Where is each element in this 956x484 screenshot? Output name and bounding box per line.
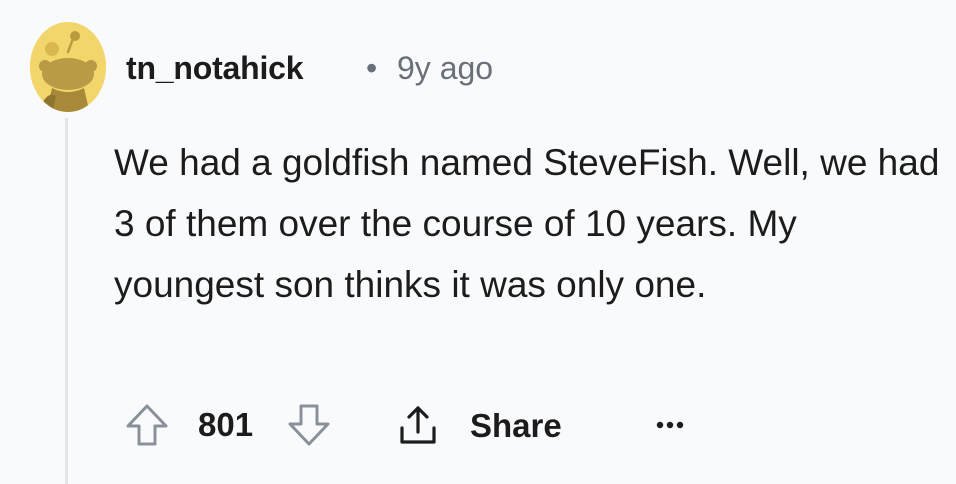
snoo-avatar-icon [30, 22, 106, 112]
comment: tn_notahick • 9y ago We had a goldfish n… [0, 0, 956, 484]
timestamp[interactable]: 9y ago [397, 50, 493, 87]
upvote-arrow-icon [126, 404, 168, 446]
comment-body: We had a goldfish named SteveFish. Well,… [114, 142, 940, 305]
thread-line[interactable] [65, 118, 68, 484]
meta-separator: • [366, 50, 378, 86]
downvote-arrow-icon [288, 404, 330, 446]
share-upload-icon [400, 406, 436, 444]
share-label: Share [470, 407, 562, 444]
vote-count: 801 [198, 406, 254, 443]
upvote-button[interactable] [124, 402, 170, 448]
share-button[interactable]: Share [396, 398, 576, 452]
comment-action-bar: 801 Share [120, 390, 720, 460]
more-options-button[interactable] [650, 410, 690, 440]
downvote-button[interactable] [286, 402, 332, 448]
author-name[interactable]: tn_notahick [126, 50, 304, 87]
avatar[interactable] [30, 22, 106, 112]
ellipsis-icon [656, 421, 684, 429]
